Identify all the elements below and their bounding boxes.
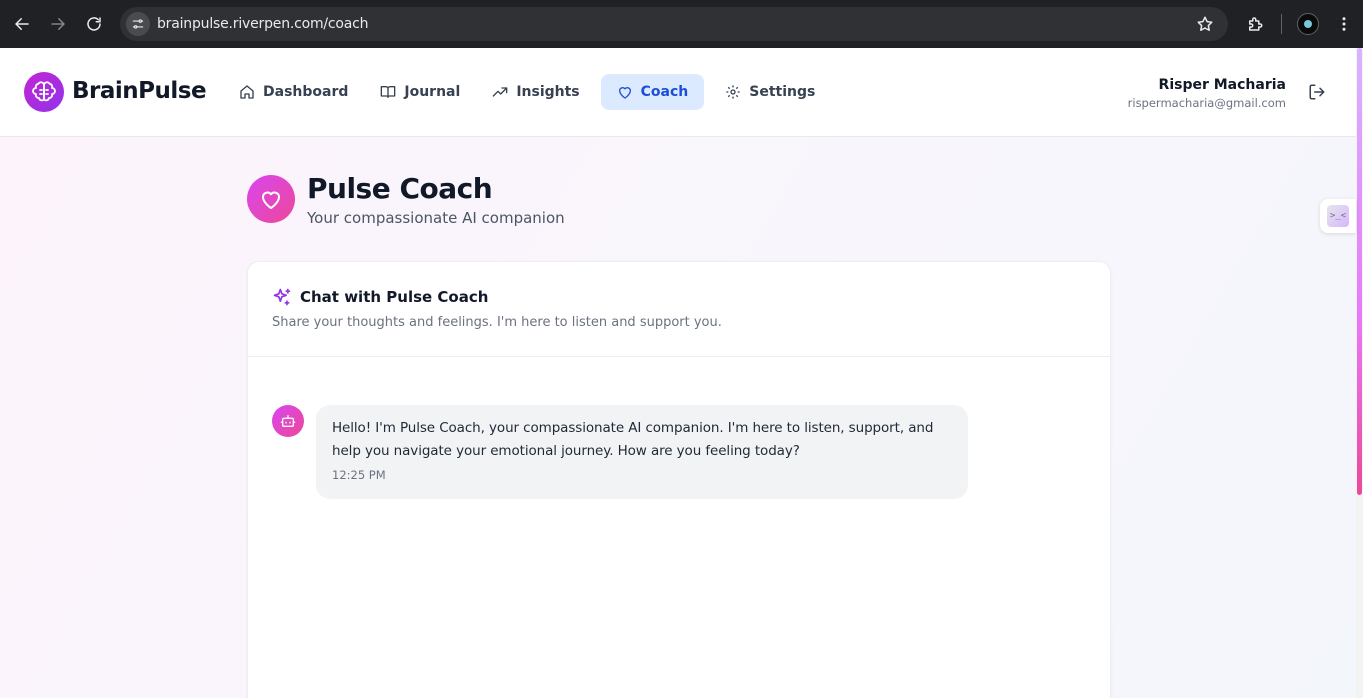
nav-settings-label: Settings: [749, 84, 816, 100]
home-icon: [240, 85, 254, 99]
trending-up-icon: [492, 87, 508, 97]
toolbar-divider: [1281, 14, 1282, 34]
chat-message-text: Hello! I'm Pulse Coach, your compassiona…: [332, 420, 934, 459]
profile-avatar[interactable]: [1297, 13, 1319, 35]
chat-card: Chat with Pulse Coach Share your thought…: [247, 261, 1111, 698]
back-arrow-icon[interactable]: [10, 12, 34, 36]
card-divider: [248, 356, 1110, 357]
nav-journal[interactable]: Journal: [369, 74, 471, 110]
chat-card-title: Chat with Pulse Coach: [300, 288, 489, 306]
forward-arrow-icon[interactable]: [46, 12, 70, 36]
bot-avatar: [272, 405, 304, 437]
brain-logo-icon[interactable]: [24, 72, 64, 112]
nav-dashboard[interactable]: Dashboard: [228, 74, 359, 110]
nav-coach[interactable]: Coach: [600, 74, 705, 110]
bot-icon: [280, 415, 296, 427]
nav-insights[interactable]: Insights: [481, 74, 590, 110]
nav-settings[interactable]: Settings: [714, 74, 826, 110]
address-bar[interactable]: brainpulse.riverpen.com/coach: [120, 7, 1228, 41]
book-icon: [381, 86, 396, 98]
heart-icon: [618, 87, 631, 99]
page-title: Pulse Coach: [307, 172, 493, 205]
nav-journal-label: Journal: [404, 84, 461, 100]
url-text[interactable]: brainpulse.riverpen.com/coach: [157, 16, 369, 32]
bookmark-star-icon[interactable]: [1196, 15, 1214, 33]
chat-card-description: Share your thoughts and feelings. I'm he…: [272, 315, 722, 330]
side-widget-icon: >_<: [1327, 205, 1349, 227]
browser-toolbar: brainpulse.riverpen.com/coach: [0, 0, 1363, 48]
scrollbar-thumb[interactable]: [1357, 48, 1362, 495]
chat-message-timestamp: 12:25 PM: [332, 468, 386, 482]
nav-coach-label: Coach: [640, 84, 689, 100]
reload-icon[interactable]: [82, 12, 106, 36]
main-nav: Dashboard Journal Insights Coach Setting…: [228, 74, 836, 110]
gear-icon: [726, 85, 740, 99]
logout-icon[interactable]: [1308, 83, 1326, 101]
more-menu-icon[interactable]: [1332, 12, 1356, 36]
nav-insights-label: Insights: [516, 84, 580, 100]
extensions-icon[interactable]: [1243, 12, 1267, 36]
side-extension-widget[interactable]: >_<: [1320, 199, 1356, 233]
site-settings-icon[interactable]: [126, 12, 150, 36]
page-subtitle: Your compassionate AI companion: [307, 209, 565, 227]
user-name: Risper Macharia: [1158, 77, 1286, 93]
coach-heart-icon: [247, 175, 295, 223]
sparkles-icon: [273, 288, 291, 306]
chat-message: Hello! I'm Pulse Coach, your compassiona…: [316, 405, 968, 499]
app-header: BrainPulse Dashboard Journal Insights Co…: [0, 48, 1356, 137]
nav-dashboard-label: Dashboard: [263, 84, 349, 100]
brand-name[interactable]: BrainPulse: [72, 78, 207, 104]
user-email: rispermacharia@gmail.com: [1127, 96, 1286, 110]
